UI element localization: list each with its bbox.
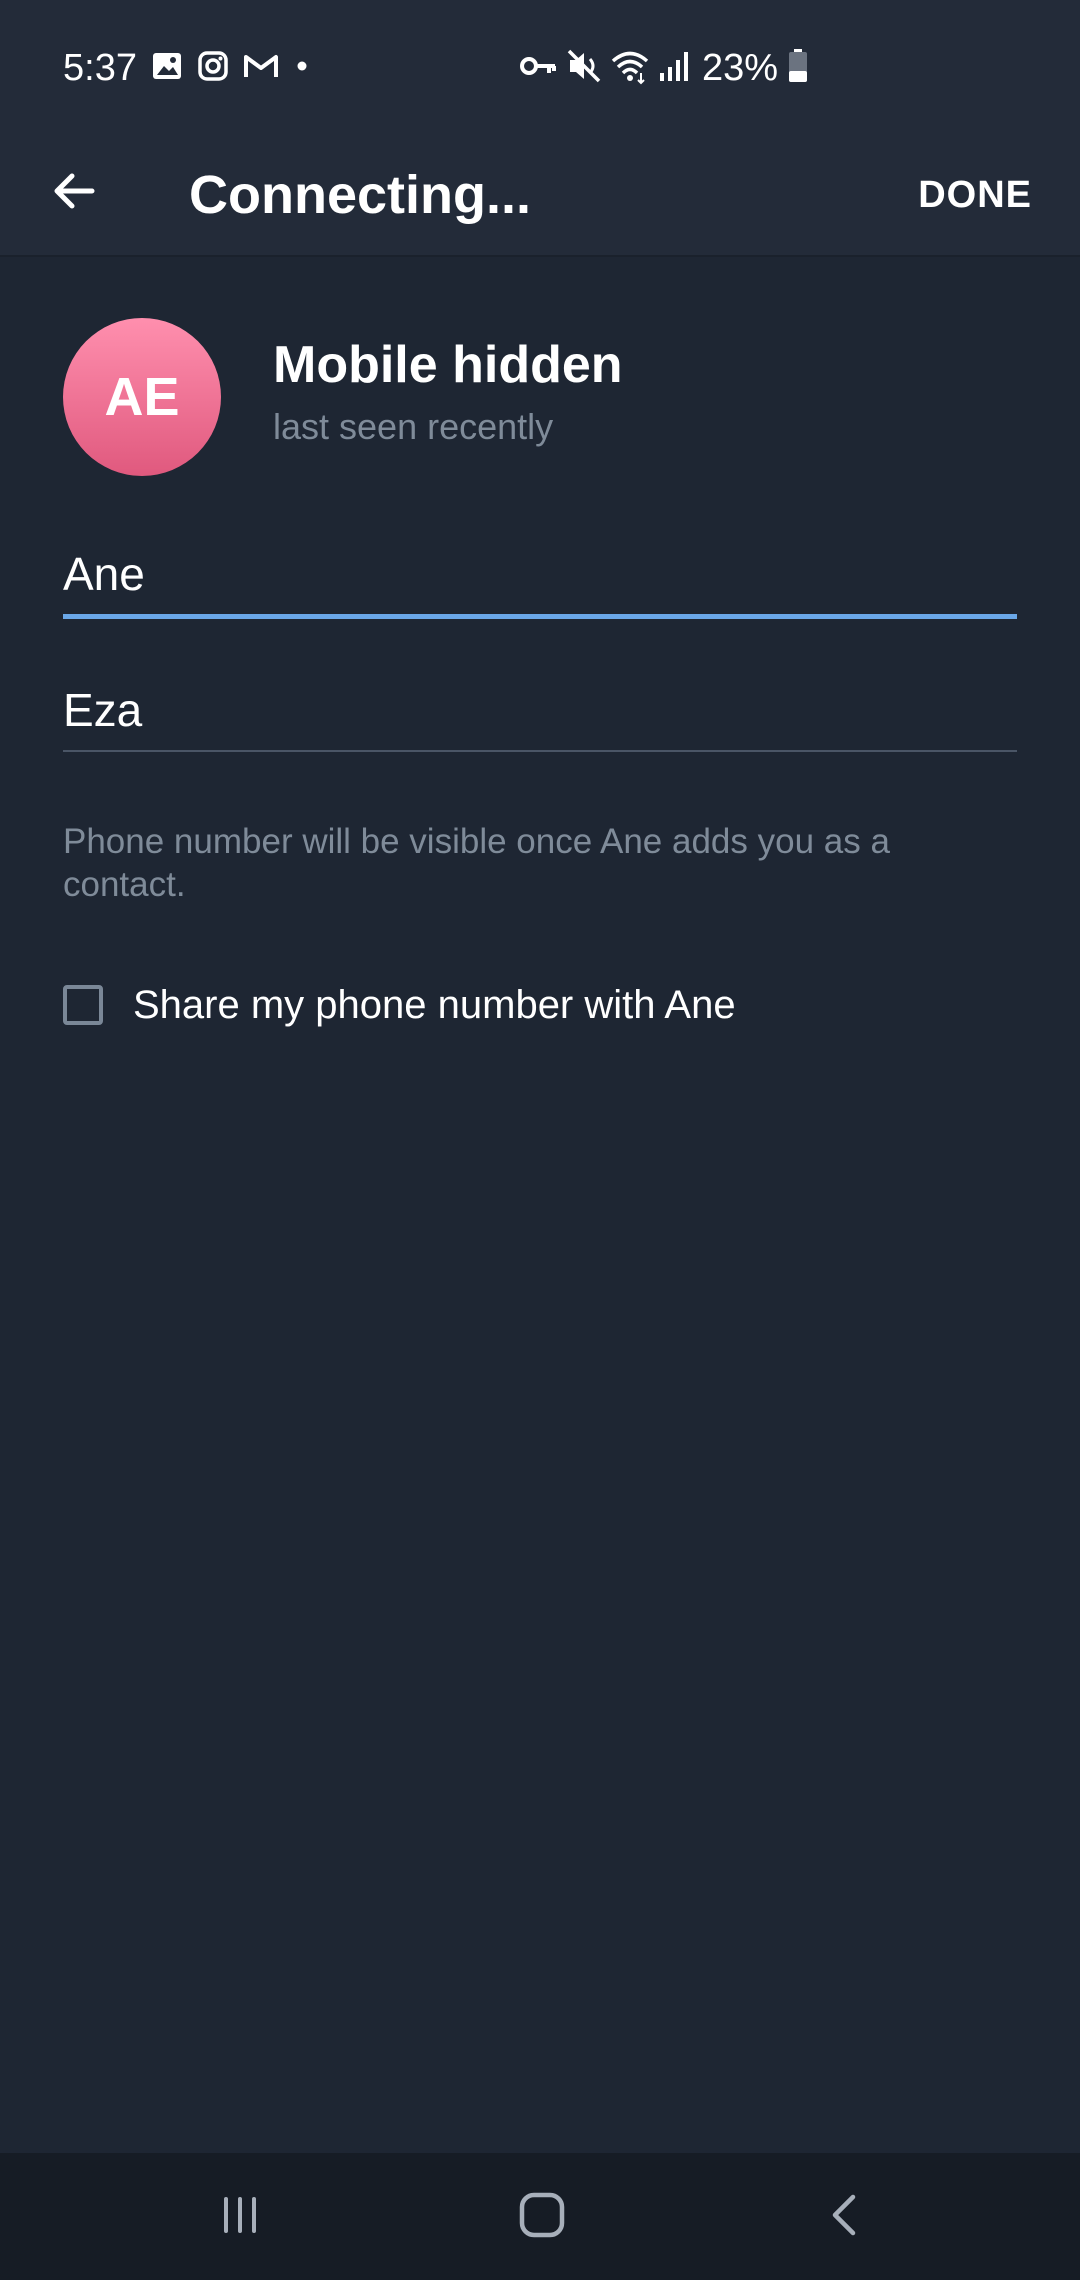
profile-status: last seen recently <box>273 406 554 447</box>
phone-visibility-hint: Phone number will be visible once Ane ad… <box>63 822 890 904</box>
first-name-field-container <box>63 534 1017 619</box>
last-name-field[interactable] <box>63 670 1017 750</box>
vpn-key-icon <box>518 49 558 88</box>
system-icons: 23% <box>518 44 810 92</box>
dot-icon <box>292 49 312 88</box>
back-icon <box>821 2191 869 2244</box>
share-phone-checkbox[interactable] <box>63 985 103 1025</box>
home-icon <box>516 2189 568 2246</box>
last-name-underline <box>63 750 1017 752</box>
share-phone-label: Share my phone number with Ane <box>133 982 736 1027</box>
gmail-icon <box>242 49 280 88</box>
arrow-left-icon <box>50 167 98 220</box>
battery-percent: 23% <box>702 47 779 89</box>
nav-back-button[interactable] <box>795 2173 895 2261</box>
avatar-initials: AE <box>104 367 180 427</box>
first-name-underline <box>63 614 1017 619</box>
status-bar: 5:37 23% <box>0 0 1080 135</box>
last-name-field-container <box>63 670 1017 752</box>
share-phone-row[interactable]: Share my phone number with Ane <box>63 978 736 1032</box>
image-icon <box>150 49 184 88</box>
status-time: 5:37 <box>63 47 137 89</box>
home-button[interactable] <box>492 2173 592 2261</box>
notification-icons <box>150 48 312 88</box>
page-title: Connecting... <box>189 165 531 225</box>
first-name-field[interactable] <box>63 534 1017 614</box>
done-button[interactable]: DONE <box>918 161 1032 229</box>
instagram-icon <box>196 49 230 88</box>
avatar[interactable]: AE <box>63 318 221 476</box>
wifi-icon <box>610 47 650 90</box>
signal-icon <box>658 47 690 90</box>
top-app-bar: Connecting... DONE <box>0 135 1080 257</box>
profile-name: Mobile hidden <box>273 336 623 394</box>
recents-icon <box>216 2191 264 2244</box>
recents-button[interactable] <box>190 2173 290 2261</box>
battery-icon <box>786 47 810 90</box>
screen: 5:37 23% Connecting... DONE AE Mobile hi… <box>0 0 1080 2280</box>
system-navigation-bar <box>0 2153 1080 2280</box>
mute-icon <box>566 47 602 90</box>
back-button[interactable] <box>38 157 110 229</box>
